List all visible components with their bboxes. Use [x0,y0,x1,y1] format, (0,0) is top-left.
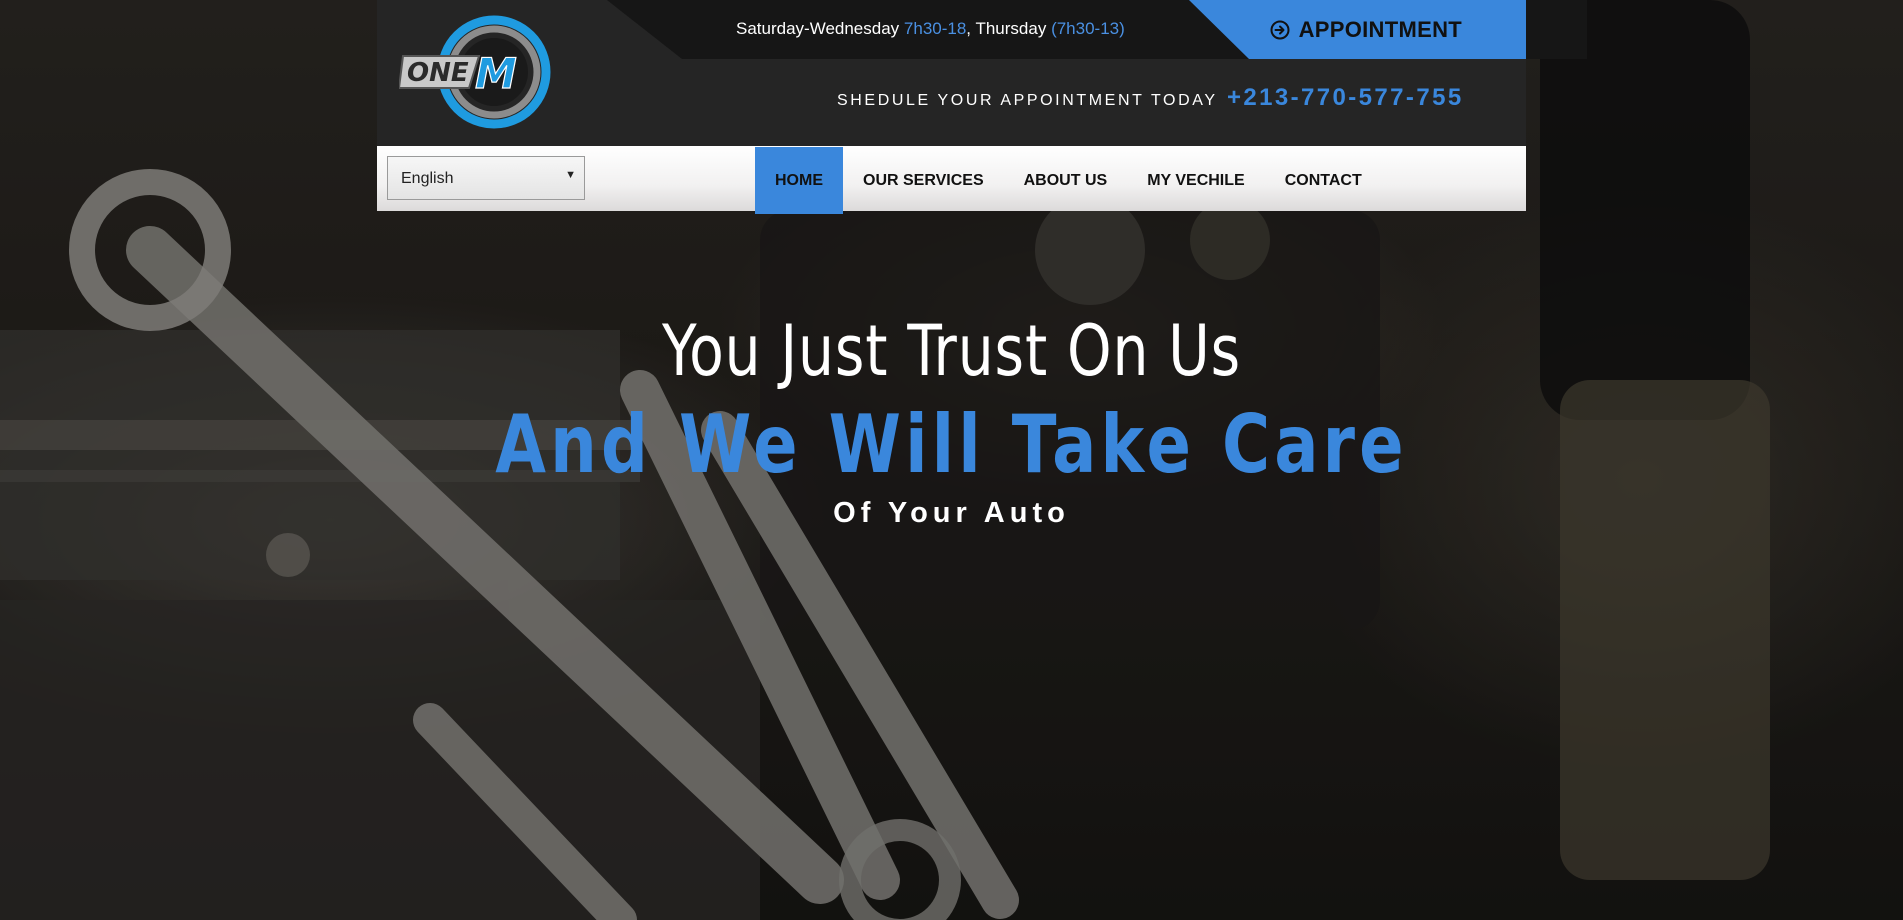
hero-heading-line-2: And We Will Take Care [495,398,1408,491]
hours-days-1: Saturday-Wednesday [736,19,900,38]
hours-time-1: 7h30-18 [903,19,967,38]
svg-text:M: M [475,49,517,98]
nav-item-about-us[interactable]: ABOUT US [1004,147,1128,214]
nav-item-my-vehicle[interactable]: MY VECHILE [1127,147,1265,214]
hero-heading-line-1: You Just Trust On Us [661,310,1242,392]
hours-days-2: Thursday [975,19,1047,38]
hours-separator: , [966,19,972,38]
site-header: Saturday-Wednesday 7h30-18, Thursday (7h… [377,0,1587,146]
svg-text:ONE: ONE [407,58,469,88]
main-navigation: English ▼ HOME OUR SERVICES ABOUT US MY … [377,146,1526,214]
language-select[interactable]: English ▼ [387,156,585,200]
language-selected-value: English [401,170,454,187]
phone-number[interactable]: +213-770-577-755 [1227,84,1464,112]
nav-item-contact[interactable]: CONTACT [1265,147,1382,214]
schedule-text: SHEDULE YOUR APPOINTMENT TODAY [837,92,1218,109]
nav-item-our-services[interactable]: OUR SERVICES [843,147,1004,214]
appointment-label: APPOINTMENT [1298,16,1462,42]
logo[interactable]: ONE M [397,14,553,132]
arrow-circle-right-icon [1270,20,1290,39]
nav-menu: HOME OUR SERVICES ABOUT US MY VECHILE CO… [755,147,1382,214]
nav-item-home[interactable]: HOME [755,147,843,214]
hours-time-2: (7h30-13) [1051,19,1125,38]
caret-down-icon: ▼ [565,169,576,181]
hero-heading-line-3: Of Your Auto [833,497,1070,529]
